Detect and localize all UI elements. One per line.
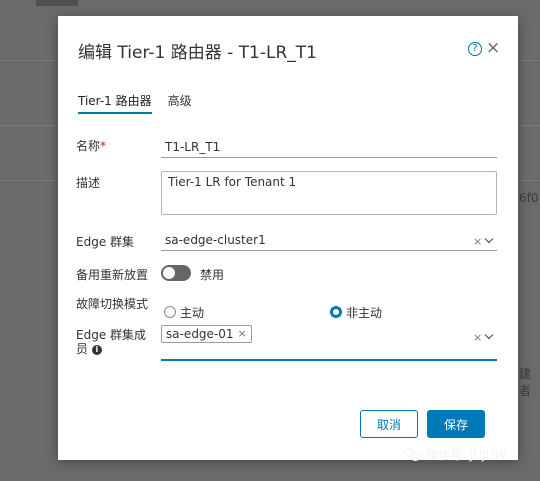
name-input[interactable]: T1-LR_T1 [161,138,497,158]
background-text: 6f0 [519,191,539,205]
toggle-knob [163,267,175,279]
cancel-button[interactable]: 取消 [360,410,418,438]
clear-icon[interactable]: × [473,235,482,248]
tab-tier1-router[interactable]: Tier-1 路由器 [78,92,152,114]
help-icon[interactable]: ? [468,42,482,56]
members-input-underline[interactable] [161,359,497,361]
edge-cluster-members-label: Edge 群集成 员 i [76,328,147,356]
wechat-icon [404,447,422,462]
required-mark: * [100,139,107,153]
standby-relocation-label: 备用重新放置 [76,268,149,282]
remove-chip-icon[interactable]: × [238,327,247,341]
tab-advanced[interactable]: 高级 [168,92,192,114]
watermark: 微信号: JUJUW [404,446,506,463]
info-icon[interactable]: i [91,345,102,355]
chevron-down-icon[interactable] [484,330,494,340]
failover-mode-label: 故障切换模式 [76,297,149,311]
edge-cluster-select[interactable]: sa-edge-cluster1 [161,231,497,251]
watermark-text: 微信号: JUJUW [426,448,507,462]
description-textarea[interactable]: Tier-1 LR for Tenant 1 [161,171,497,215]
clear-icon[interactable]: × [473,331,482,344]
background-tab [36,0,78,6]
member-chip: sa-edge-01 × [161,325,252,343]
close-icon[interactable]: × [486,38,500,58]
radio-active-label[interactable]: 主动 [180,304,204,321]
radio-non-preemptive-label[interactable]: 非主动 [346,304,382,321]
name-label: 名称* [76,139,107,153]
toggle-state-label: 禁用 [200,268,225,282]
dialog-tabs: Tier-1 路由器 高级 [78,92,208,114]
save-button[interactable]: 保存 [427,410,485,438]
background-text: 建者 [519,367,532,398]
radio-non-preemptive[interactable] [330,306,342,318]
description-label: 描述 [76,176,101,190]
edge-cluster-label: Edge 群集 [76,235,135,249]
chip-label: sa-edge-01 [166,327,234,341]
standby-relocation-toggle[interactable] [161,265,191,281]
dialog-title: 编辑 Tier-1 路由器 - T1-LR_T1 [78,43,317,63]
edit-tier1-router-dialog: 编辑 Tier-1 路由器 - T1-LR_T1 ? × Tier-1 路由器 … [58,16,518,460]
radio-active[interactable] [164,306,176,318]
